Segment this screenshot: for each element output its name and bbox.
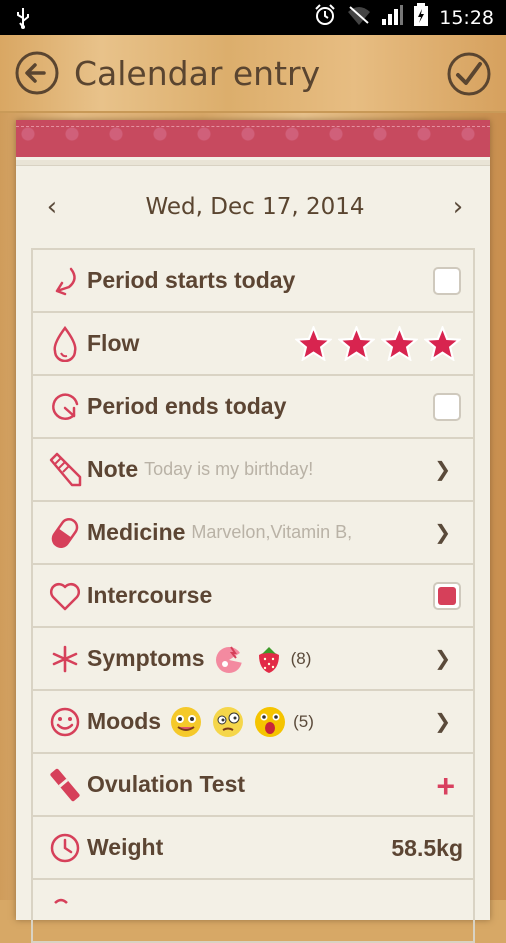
row-medicine[interactable]: Medicine Marvelon,Vitamin B, ❯ bbox=[33, 502, 473, 565]
pill-icon bbox=[47, 515, 83, 551]
star-icon bbox=[381, 326, 418, 361]
note-preview: Today is my birthday! bbox=[144, 459, 314, 479]
usb-icon bbox=[14, 7, 32, 29]
next-day-button[interactable]: › bbox=[444, 192, 472, 222]
alarm-icon bbox=[313, 3, 337, 33]
period-end-icon bbox=[47, 389, 83, 425]
flow-rating[interactable] bbox=[295, 326, 461, 361]
symptoms-count: (8) bbox=[290, 648, 312, 668]
clock-time: 15:28 bbox=[439, 6, 494, 29]
signal-icon bbox=[381, 4, 404, 32]
row-weight[interactable]: Weight 58.5kg bbox=[33, 817, 473, 880]
row-label: Flow bbox=[87, 330, 140, 356]
chevron-right-icon: ❯ bbox=[434, 709, 451, 733]
row-label: Symptoms bbox=[87, 645, 205, 671]
row-label: Period ends today bbox=[87, 393, 287, 419]
row-period-start[interactable]: Period starts today bbox=[33, 250, 473, 313]
silly-face-emoji-icon bbox=[169, 705, 203, 739]
row-label: Intercourse bbox=[87, 582, 213, 608]
row-flow[interactable]: Flow bbox=[33, 313, 473, 376]
intercourse-checkbox[interactable] bbox=[433, 582, 461, 610]
heart-ribbon bbox=[16, 120, 490, 160]
weight-value: 58.5kg bbox=[391, 835, 463, 861]
row-ovulation[interactable]: Ovulation Test + bbox=[33, 754, 473, 817]
row-note[interactable]: Note Today is my birthday! ❯ bbox=[33, 439, 473, 502]
row-intercourse[interactable]: Intercourse bbox=[33, 565, 473, 628]
page-title: Calendar entry bbox=[74, 53, 321, 93]
chevron-right-icon: ❯ bbox=[434, 520, 451, 544]
row-label: Medicine bbox=[87, 519, 186, 545]
chevron-right-icon: ❯ bbox=[434, 457, 451, 481]
back-arrow-icon bbox=[15, 51, 59, 95]
chevron-right-icon: ❯ bbox=[434, 646, 451, 670]
row-moods[interactable]: Moods (5) ❯ bbox=[33, 691, 473, 754]
prev-day-button[interactable]: ‹ bbox=[38, 192, 66, 222]
row-partial[interactable] bbox=[33, 880, 473, 943]
row-symptoms[interactable]: Symptoms (8) ❯ bbox=[33, 628, 473, 691]
cramps-emoji-icon bbox=[213, 643, 245, 675]
drop-icon bbox=[47, 325, 83, 362]
partial-icon bbox=[47, 893, 83, 929]
battery-icon bbox=[413, 2, 429, 33]
row-period-end[interactable]: Period ends today bbox=[33, 376, 473, 439]
entry-card: ‹ Wed, Dec 17, 2014 › Period starts toda… bbox=[16, 120, 490, 943]
app-bar: Calendar entry bbox=[0, 35, 506, 113]
pencil-icon bbox=[47, 452, 83, 488]
star-icon bbox=[424, 326, 461, 361]
period-start-icon bbox=[47, 263, 83, 299]
shocked-face-emoji-icon bbox=[253, 705, 287, 739]
heart-icon bbox=[47, 578, 83, 614]
period-start-checkbox[interactable] bbox=[433, 267, 461, 295]
row-label: Note bbox=[87, 456, 139, 482]
entry-list: Period starts today Flow Period ends tod… bbox=[31, 248, 475, 943]
asterisk-icon bbox=[47, 641, 83, 677]
add-ovulation-button[interactable]: + bbox=[436, 768, 455, 805]
date-navigator: ‹ Wed, Dec 17, 2014 › bbox=[16, 166, 490, 248]
star-icon bbox=[295, 326, 332, 361]
back-button[interactable] bbox=[14, 50, 60, 96]
wifi-off-icon bbox=[347, 4, 371, 32]
medicine-preview: Marvelon,Vitamin B, bbox=[191, 522, 353, 542]
star-icon bbox=[338, 326, 375, 361]
smiley-icon bbox=[47, 704, 83, 740]
row-label: Ovulation Test bbox=[87, 771, 246, 797]
row-label: Period starts today bbox=[87, 267, 296, 293]
clock-icon bbox=[47, 830, 83, 866]
strawberry-emoji-icon bbox=[253, 643, 285, 675]
test-strip-icon bbox=[47, 767, 83, 803]
dizzy-face-emoji-icon bbox=[211, 705, 245, 739]
moods-count: (5) bbox=[293, 711, 314, 731]
save-button[interactable] bbox=[446, 51, 492, 97]
checkmark-icon bbox=[447, 52, 491, 96]
row-label: Moods bbox=[87, 708, 162, 734]
status-bar: 15:28 bbox=[0, 0, 506, 35]
period-end-checkbox[interactable] bbox=[433, 393, 461, 421]
row-label: Weight bbox=[87, 834, 164, 860]
date-label: Wed, Dec 17, 2014 bbox=[145, 194, 365, 220]
